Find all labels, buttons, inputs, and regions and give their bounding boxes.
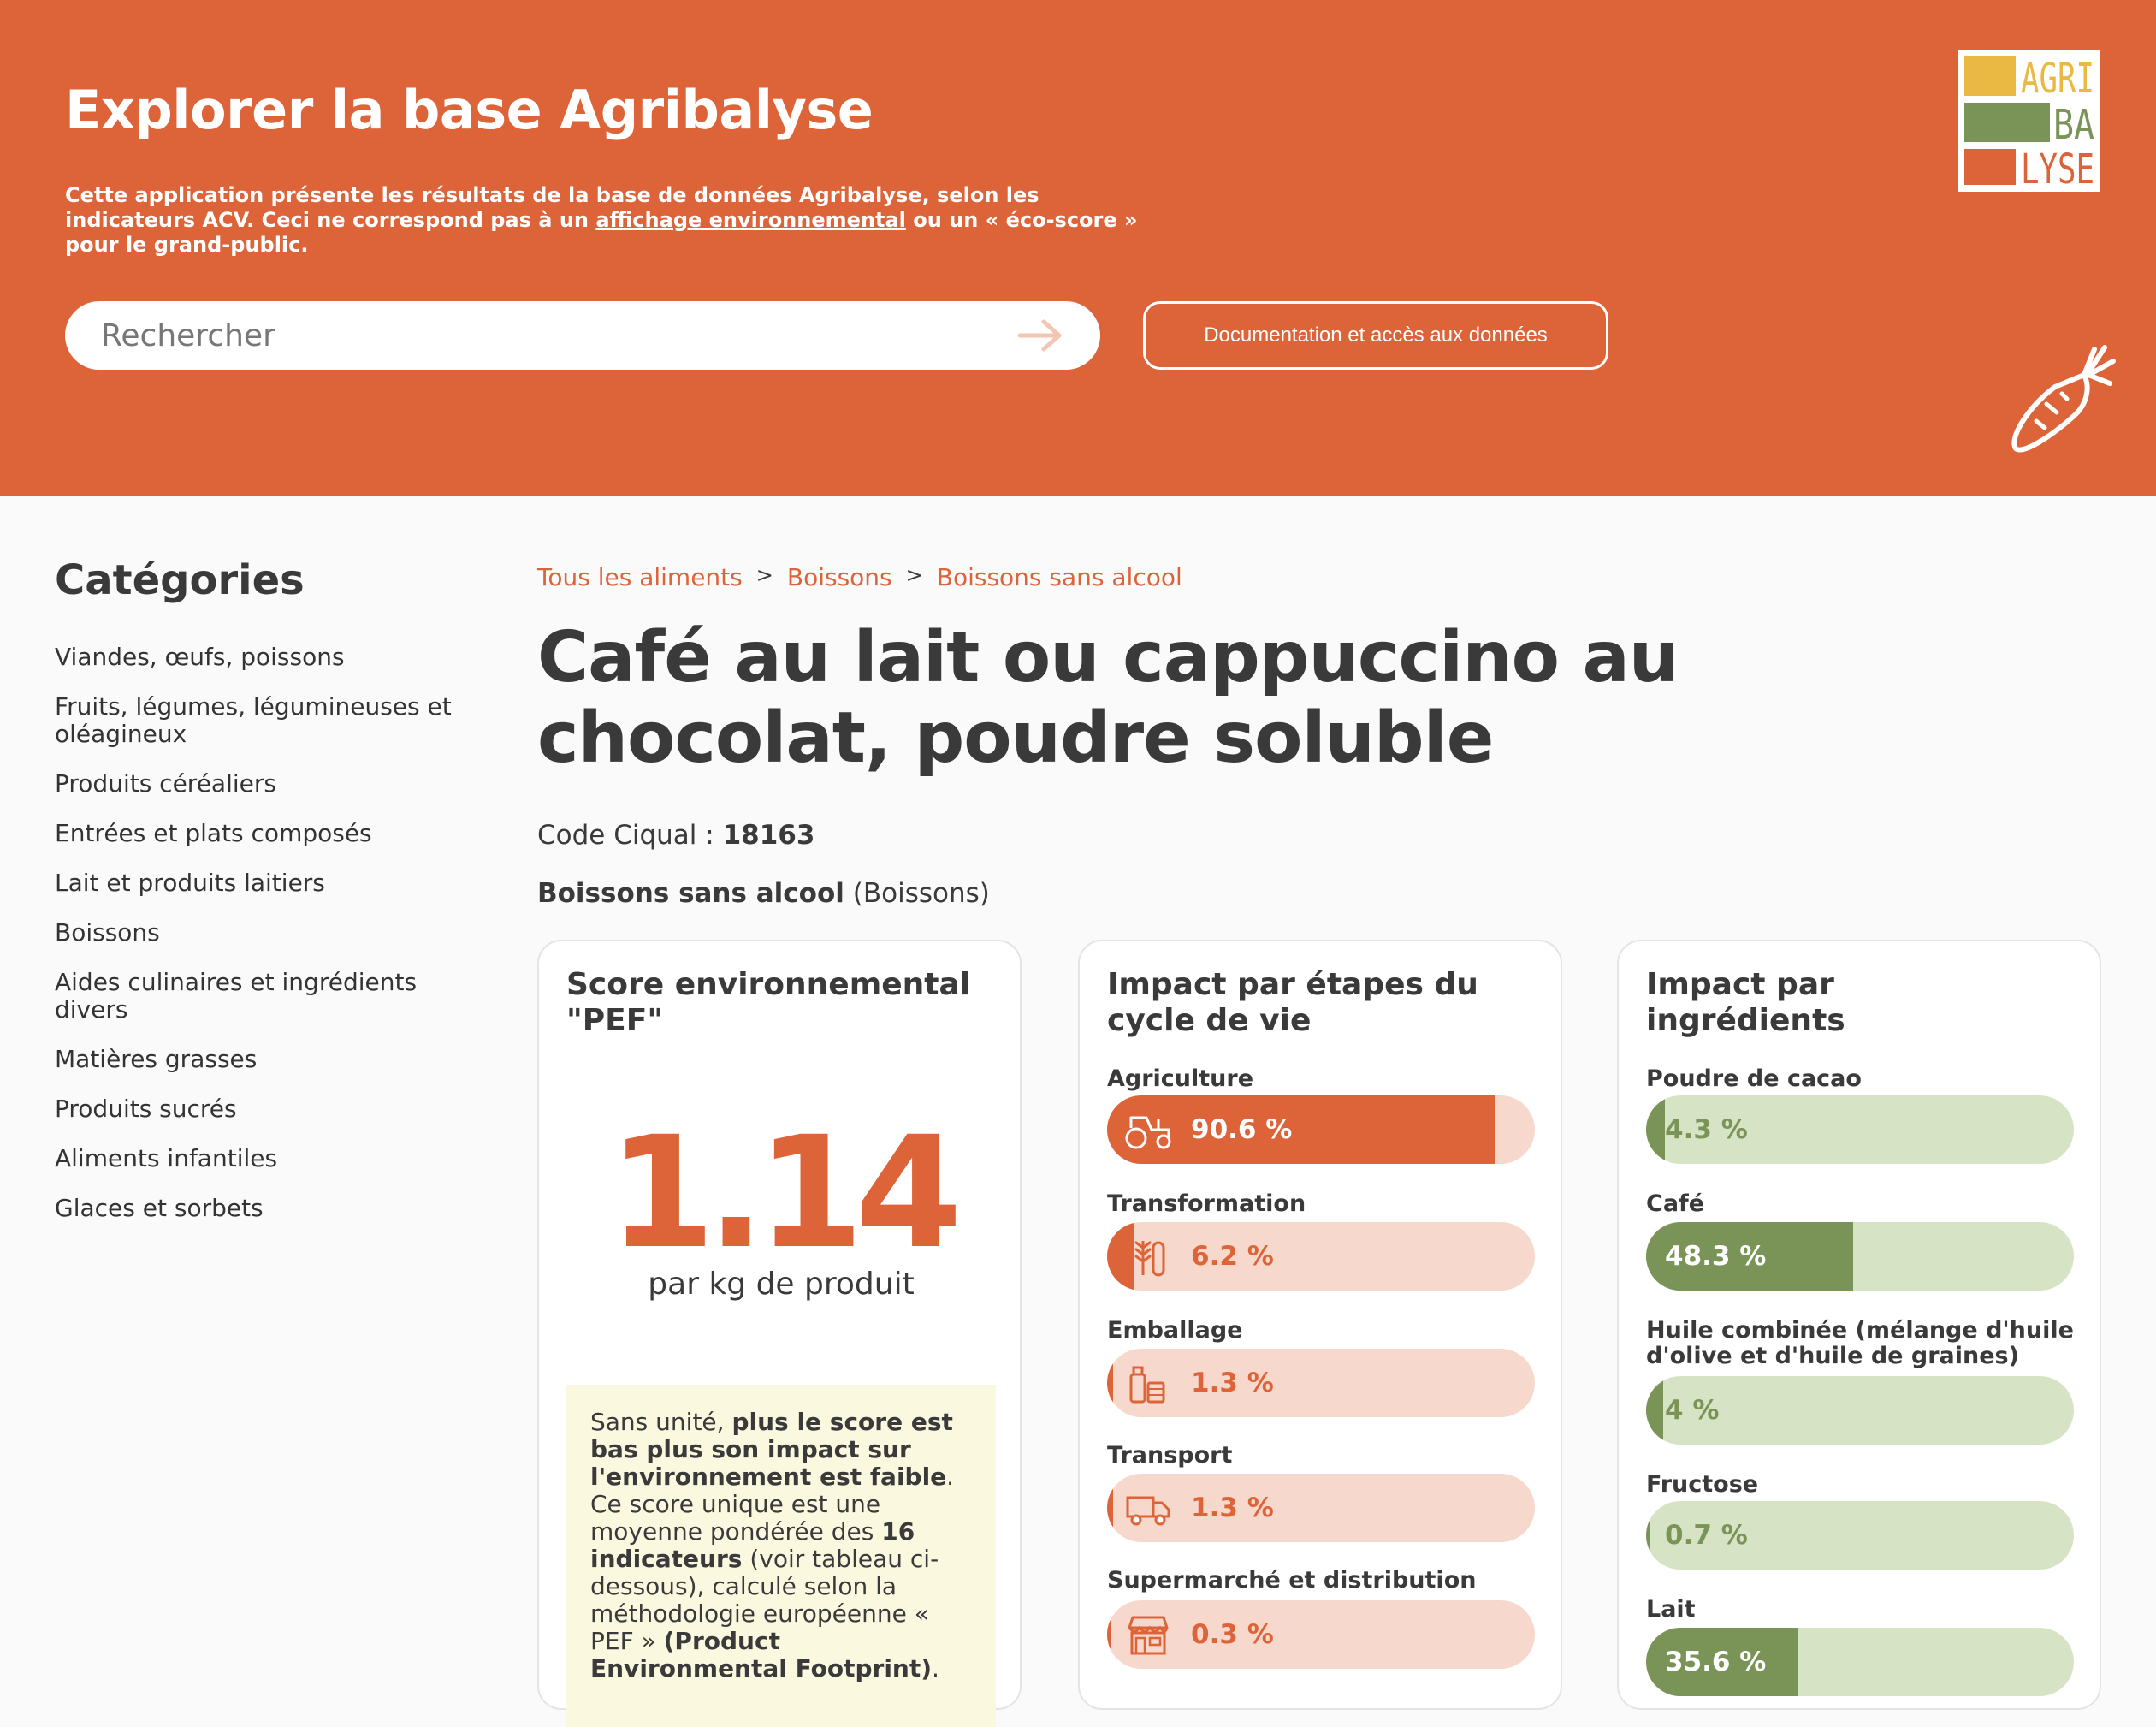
score-card: Score environnemental "PEF" 1.14 par kg … <box>537 940 1022 1727</box>
impact-bar: 4 % <box>1646 1376 2074 1445</box>
bar-label: Transformation <box>1107 1190 1306 1217</box>
store-icon <box>1128 1616 1169 1655</box>
impact-bar-fill <box>1107 1474 1113 1542</box>
impact-bar: 90.6 % <box>1107 1095 1535 1164</box>
truck-icon <box>1126 1496 1170 1526</box>
breadcrumb-separator: > <box>905 563 923 587</box>
environmental-display-link[interactable]: affichage environnemental <box>595 208 906 232</box>
ingredients-card: Impact par ingrédients Poudre de cacao 4.… <box>1617 940 2101 1710</box>
category-item[interactable]: Produits sucrés <box>55 1095 483 1123</box>
bar-label: Transport <box>1107 1442 1233 1469</box>
bar-label: Café <box>1646 1190 1705 1217</box>
impact-percentage: 0.3 % <box>1191 1619 1274 1650</box>
impact-percentage: 1.3 % <box>1191 1493 1274 1523</box>
category-item[interactable]: Matières grasses <box>55 1046 483 1073</box>
arrow-right-icon[interactable] <box>1016 318 1064 353</box>
category-item[interactable]: Boissons <box>55 919 483 947</box>
impact-bar-fill <box>1107 1349 1113 1417</box>
impact-bar: 0.7 % <box>1646 1501 2074 1570</box>
ciqual-value: 18163 <box>722 820 815 851</box>
impact-bar-fill <box>1646 1376 1663 1445</box>
breadcrumb: Tous les aliments > Boissons > Boissons sans… <box>537 563 1182 591</box>
bar-label: Supermarché et distribution <box>1107 1567 1477 1593</box>
bar-label: Fructose <box>1646 1471 1759 1498</box>
impact-bar: 6.2 % <box>1107 1222 1535 1291</box>
impact-percentage: 48.3 % <box>1665 1241 1767 1272</box>
documentation-button[interactable]: Documentation et accès aux données <box>1143 301 1608 370</box>
impact-percentage: 90.6 % <box>1191 1114 1293 1145</box>
category-item[interactable]: Glaces et sorbets <box>55 1195 483 1222</box>
breadcrumb-separator: > <box>755 563 773 587</box>
score-unit: par kg de produit <box>648 1267 915 1302</box>
categories-title: Catégories <box>55 556 305 604</box>
category-item[interactable]: Lait et produits laitiers <box>55 869 483 897</box>
lifecycle-stages-card: Impact par étapes du cycle de vie Agricu… <box>1078 940 1562 1710</box>
lifecycle-card-title: Impact par étapes du cycle de vie <box>1107 967 1478 1038</box>
agribalyse-logo[interactable]: AGRI BA LYSE <box>1958 50 2103 192</box>
logo-text-lyse: LYSE <box>2021 145 2094 192</box>
breadcrumb-link[interactable]: Boissons sans alcool <box>937 563 1182 591</box>
ciqual-label: Code Ciqual : <box>537 820 723 851</box>
logo-text-agri: AGRI <box>2021 55 2094 103</box>
impact-bar-fill <box>1646 1095 1665 1164</box>
impact-percentage: 4.3 % <box>1665 1114 1748 1145</box>
product-category-name: Boissons sans alcool <box>537 878 844 909</box>
category-item[interactable]: Produits céréaliers <box>55 770 483 798</box>
categories-list: Viandes, œufs, poissons Fruits, légumes, … <box>55 644 483 1244</box>
impact-bar: 4.3 % <box>1646 1095 2074 1164</box>
category-item[interactable]: Viandes, œufs, poissons <box>55 644 483 671</box>
impact-bar-fill <box>1107 1600 1111 1669</box>
bar-label: Huile combinée (mélange d'huile d'olive … <box>1646 1317 2074 1369</box>
impact-bar: 1.3 % <box>1107 1474 1535 1542</box>
score-card-title: Score environnemental "PEF" <box>566 967 971 1038</box>
category-item[interactable]: Fruits, légumes, légumineuses et oléagin… <box>55 693 483 748</box>
wheat-icon <box>1134 1241 1165 1277</box>
packaging-icon <box>1129 1366 1165 1404</box>
breadcrumb-link[interactable]: Boissons <box>787 563 892 591</box>
category-item[interactable]: Entrées et plats composés <box>55 820 483 847</box>
header: Explorer la base Agribalyse Cette applic… <box>0 0 2156 496</box>
breadcrumb-link[interactable]: Tous les aliments <box>537 563 743 591</box>
impact-percentage: 6.2 % <box>1191 1241 1274 1272</box>
product-category: Boissons sans alcool (Boissons) <box>537 878 990 909</box>
search-input[interactable] <box>101 318 1016 353</box>
score-value: 1.14 <box>607 1104 962 1283</box>
bar-label: Emballage <box>1107 1317 1243 1344</box>
ingredients-card-title: Impact par ingrédients <box>1646 967 1845 1038</box>
logo-text-ba: BA <box>2053 101 2094 149</box>
impact-bar: 1.3 % <box>1107 1349 1535 1417</box>
impact-percentage: 4 % <box>1665 1395 1720 1426</box>
bar-label: Lait <box>1646 1596 1696 1623</box>
carrot-icon <box>2011 345 2116 453</box>
site-description: Cette application présente les résultats… <box>65 183 1152 258</box>
note-text: . <box>932 1654 939 1682</box>
note-text: Sans unité, <box>590 1408 732 1436</box>
category-item[interactable]: Aliments infantiles <box>55 1145 483 1172</box>
ciqual-code: Code Ciqual : 18163 <box>537 820 814 851</box>
product-group: (Boissons) <box>852 878 990 909</box>
impact-bar-fill <box>1646 1501 1650 1570</box>
impact-percentage: 35.6 % <box>1665 1647 1767 1677</box>
impact-bar: 0.3 % <box>1107 1600 1535 1669</box>
impact-bar: 48.3 % <box>1646 1222 2074 1291</box>
site-title: Explorer la base Agribalyse <box>65 79 874 141</box>
category-item[interactable]: Aides culinaires et ingrédients divers <box>55 969 483 1024</box>
impact-percentage: 0.7 % <box>1665 1520 1748 1551</box>
bar-label: Poudre de cacao <box>1646 1065 1862 1092</box>
score-explanation: Sans unité, plus le score est bas plus s… <box>566 1385 996 1727</box>
product-title: Café au lait ou cappuccino au chocolat, … <box>537 617 1679 779</box>
tractor-icon <box>1125 1116 1171 1149</box>
impact-percentage: 1.3 % <box>1191 1368 1274 1398</box>
search-bar <box>65 301 1100 370</box>
impact-bar: 35.6 % <box>1646 1628 2074 1696</box>
bar-label: Agriculture <box>1107 1065 1254 1092</box>
